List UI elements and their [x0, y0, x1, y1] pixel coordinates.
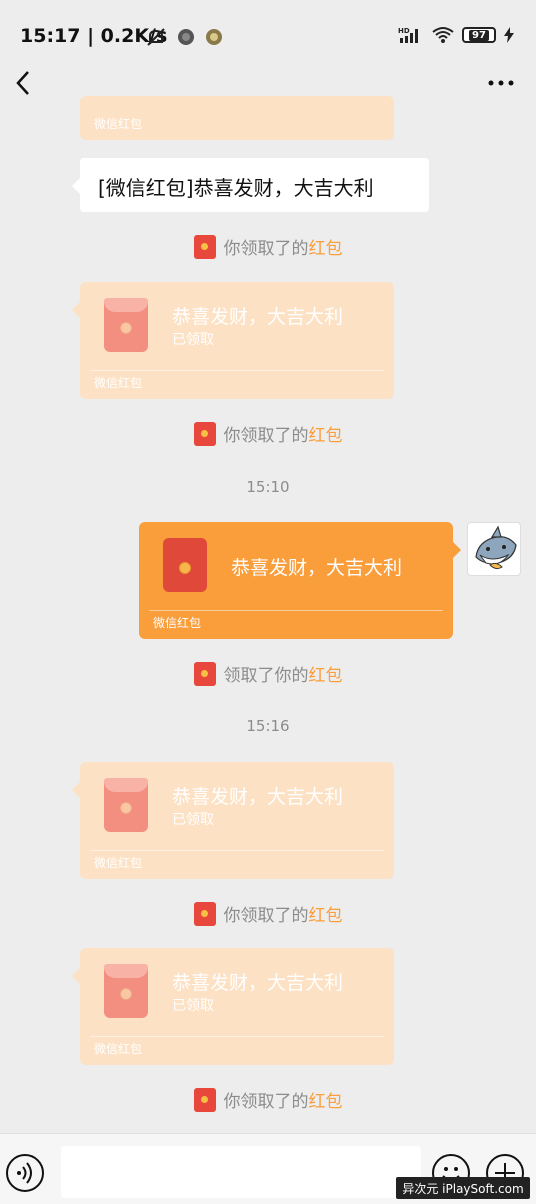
red-packet-link[interactable]: 红包	[309, 1092, 343, 1112]
charging-bolt-icon	[504, 27, 514, 43]
more-options-button[interactable]	[486, 68, 516, 98]
back-button[interactable]	[10, 68, 40, 98]
watermark: 异次元 iPlaySoft.com	[396, 1177, 530, 1199]
red-packet-footer: 微信红包	[94, 1042, 143, 1056]
red-packet-status: 已领取	[172, 332, 214, 348]
user-avatar[interactable]	[467, 522, 521, 576]
timestamp: 15:16	[246, 717, 290, 735]
red-packet-icon	[193, 421, 216, 446]
message-text: [微信红包]恭喜发财，大吉大利	[98, 176, 374, 200]
red-packet-footer: 微信红包	[94, 856, 143, 870]
chevron-left-icon	[16, 71, 29, 95]
coin-app-icon	[206, 29, 222, 45]
notice-text: 你领取了的	[223, 426, 309, 446]
red-packet-icon	[193, 661, 216, 686]
red-packet-link[interactable]: 红包	[309, 426, 343, 446]
red-packet-icon	[193, 901, 216, 926]
app-notification-icon	[178, 29, 194, 45]
message-input[interactable]	[61, 1146, 421, 1198]
red-packet-envelope-icon	[104, 964, 148, 1018]
red-packet-message-sent[interactable]: 恭喜发财，大吉大利 微信红包	[139, 522, 461, 639]
system-notice: 你领取了的红包	[0, 234, 536, 259]
red-packet-icon	[193, 234, 216, 259]
notice-text: 领取了你的	[223, 666, 309, 686]
red-packet-footer: 微信红包	[94, 117, 143, 131]
svg-text:HD: HD	[398, 27, 410, 35]
red-packet-footer: 微信红包	[153, 616, 202, 630]
red-packet-message[interactable]: 恭喜发财，大吉大利 已领取 微信红包	[72, 948, 394, 1065]
system-notice: 你领取了的红包	[0, 421, 536, 446]
red-packet-message[interactable]: 恭喜发财，大吉大利 已领取 微信红包	[72, 762, 394, 879]
red-packet-link[interactable]: 红包	[309, 906, 343, 926]
system-notice: 你领取了的红包	[0, 901, 536, 926]
mute-bell-icon	[147, 28, 165, 46]
red-packet-footer: 微信红包	[94, 376, 143, 390]
notice-text: 你领取了的	[223, 906, 309, 926]
notice-text: 你领取了的	[223, 1092, 309, 1112]
red-packet-message[interactable]: 恭喜发财，大吉大利 已领取 微信红包	[72, 282, 394, 399]
shark-avatar-icon	[475, 525, 517, 570]
wifi-icon	[432, 27, 454, 43]
red-packet-status: 已领取	[172, 812, 214, 828]
voice-input-button[interactable]	[6, 1154, 44, 1192]
red-packet-title: 恭喜发财，大吉大利	[172, 786, 344, 808]
red-packet-link[interactable]: 红包	[309, 666, 343, 686]
voice-icon	[17, 1162, 32, 1184]
status-notification-icons	[145, 26, 223, 48]
notice-text: 你领取了的	[223, 239, 309, 259]
red-packet-envelope-icon	[104, 778, 148, 832]
system-notice: 你领取了的红包	[0, 1087, 536, 1112]
timestamp: 15:10	[246, 478, 290, 496]
system-notice: 领取了你的红包	[0, 661, 536, 686]
status-system-icons: HD 97	[398, 26, 514, 44]
red-packet-status: 已领取	[172, 998, 214, 1014]
status-time: 15:17	[20, 25, 81, 47]
more-dots-icon	[488, 80, 514, 86]
text-message-bubble[interactable]: [微信红包]恭喜发财，大吉大利	[72, 158, 429, 212]
hd-signal-icon: HD	[398, 27, 418, 43]
red-packet-title: 恭喜发财，大吉大利	[172, 972, 344, 994]
battery-level: 97	[469, 29, 489, 41]
red-packet-icon	[193, 1087, 216, 1112]
red-packet-partial[interactable]: 微信红包	[80, 96, 394, 140]
red-packet-title: 恭喜发财，大吉大利	[231, 557, 403, 579]
red-packet-title: 恭喜发财，大吉大利	[172, 306, 344, 328]
red-packet-envelope-icon	[104, 298, 148, 352]
red-packet-envelope-icon	[163, 538, 207, 592]
red-packet-link[interactable]: 红包	[309, 239, 343, 259]
battery-icon: 97	[462, 27, 496, 43]
